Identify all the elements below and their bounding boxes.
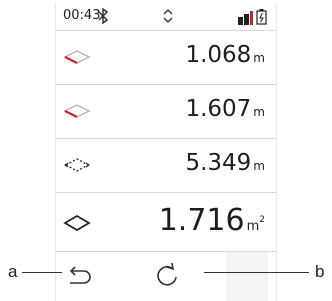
callout-line-a: [22, 272, 62, 273]
rhombus-edge-icon: [63, 104, 91, 118]
device-screen: 00:43 1.068 m 1.607 m 5.349 m 1.716 m2: [55, 3, 277, 301]
measurement-value: 1.068 m: [185, 42, 265, 68]
callout-label-b: b: [315, 262, 325, 281]
status-bar: 00:43: [56, 3, 276, 31]
clock: 00:43: [63, 8, 101, 23]
softkey-highlight: [226, 252, 268, 301]
callout-label-a: a: [8, 262, 18, 281]
signal-bars-icon: [238, 11, 253, 25]
redo-icon[interactable]: [154, 261, 180, 289]
rhombus-edge-icon: [63, 50, 91, 64]
softkey-bar: [56, 252, 276, 301]
result-value: 1.716 m2: [158, 203, 265, 238]
callout-line-b: [204, 272, 309, 273]
measurement-row-perimeter[interactable]: 5.349 m: [56, 139, 276, 193]
measurement-value: 5.349 m: [185, 150, 265, 176]
measurement-value: 1.607 m: [185, 96, 265, 122]
battery-icon: [256, 9, 267, 25]
bluetooth-icon: [98, 8, 109, 24]
measurement-row-side-a[interactable]: 1.068 m: [56, 31, 276, 85]
up-down-arrows-icon: [163, 9, 173, 23]
back-arrow-icon[interactable]: [62, 262, 92, 290]
measurement-row-area-result[interactable]: 1.716 m2: [56, 193, 276, 252]
measurement-row-side-b[interactable]: 1.607 m: [56, 85, 276, 139]
rhombus-perimeter-icon: [63, 158, 91, 172]
rhombus-area-icon: [63, 214, 91, 232]
